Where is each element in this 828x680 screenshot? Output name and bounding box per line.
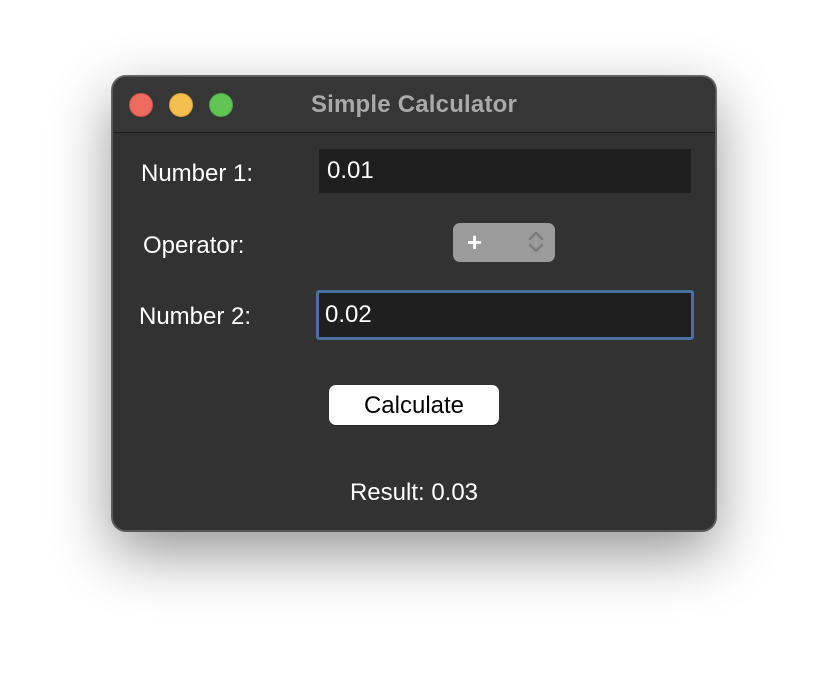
- number2-input[interactable]: [316, 290, 694, 340]
- calculator-window: Simple Calculator Number 1: Operator: + …: [112, 76, 716, 531]
- operator-select[interactable]: +: [453, 223, 555, 262]
- number2-label: Number 2:: [139, 303, 252, 330]
- operator-label: Operator:: [143, 232, 245, 259]
- chevron-up-down-icon: [528, 231, 544, 253]
- number1-input[interactable]: [319, 149, 691, 193]
- title-bar[interactable]: Simple Calculator: [113, 77, 715, 133]
- operator-selected-value: +: [467, 227, 483, 257]
- calculate-button[interactable]: Calculate: [329, 385, 499, 425]
- window-title: Simple Calculator: [310, 91, 518, 118]
- result-label: Result: 0.03: [349, 479, 479, 506]
- number1-label: Number 1:: [141, 160, 254, 187]
